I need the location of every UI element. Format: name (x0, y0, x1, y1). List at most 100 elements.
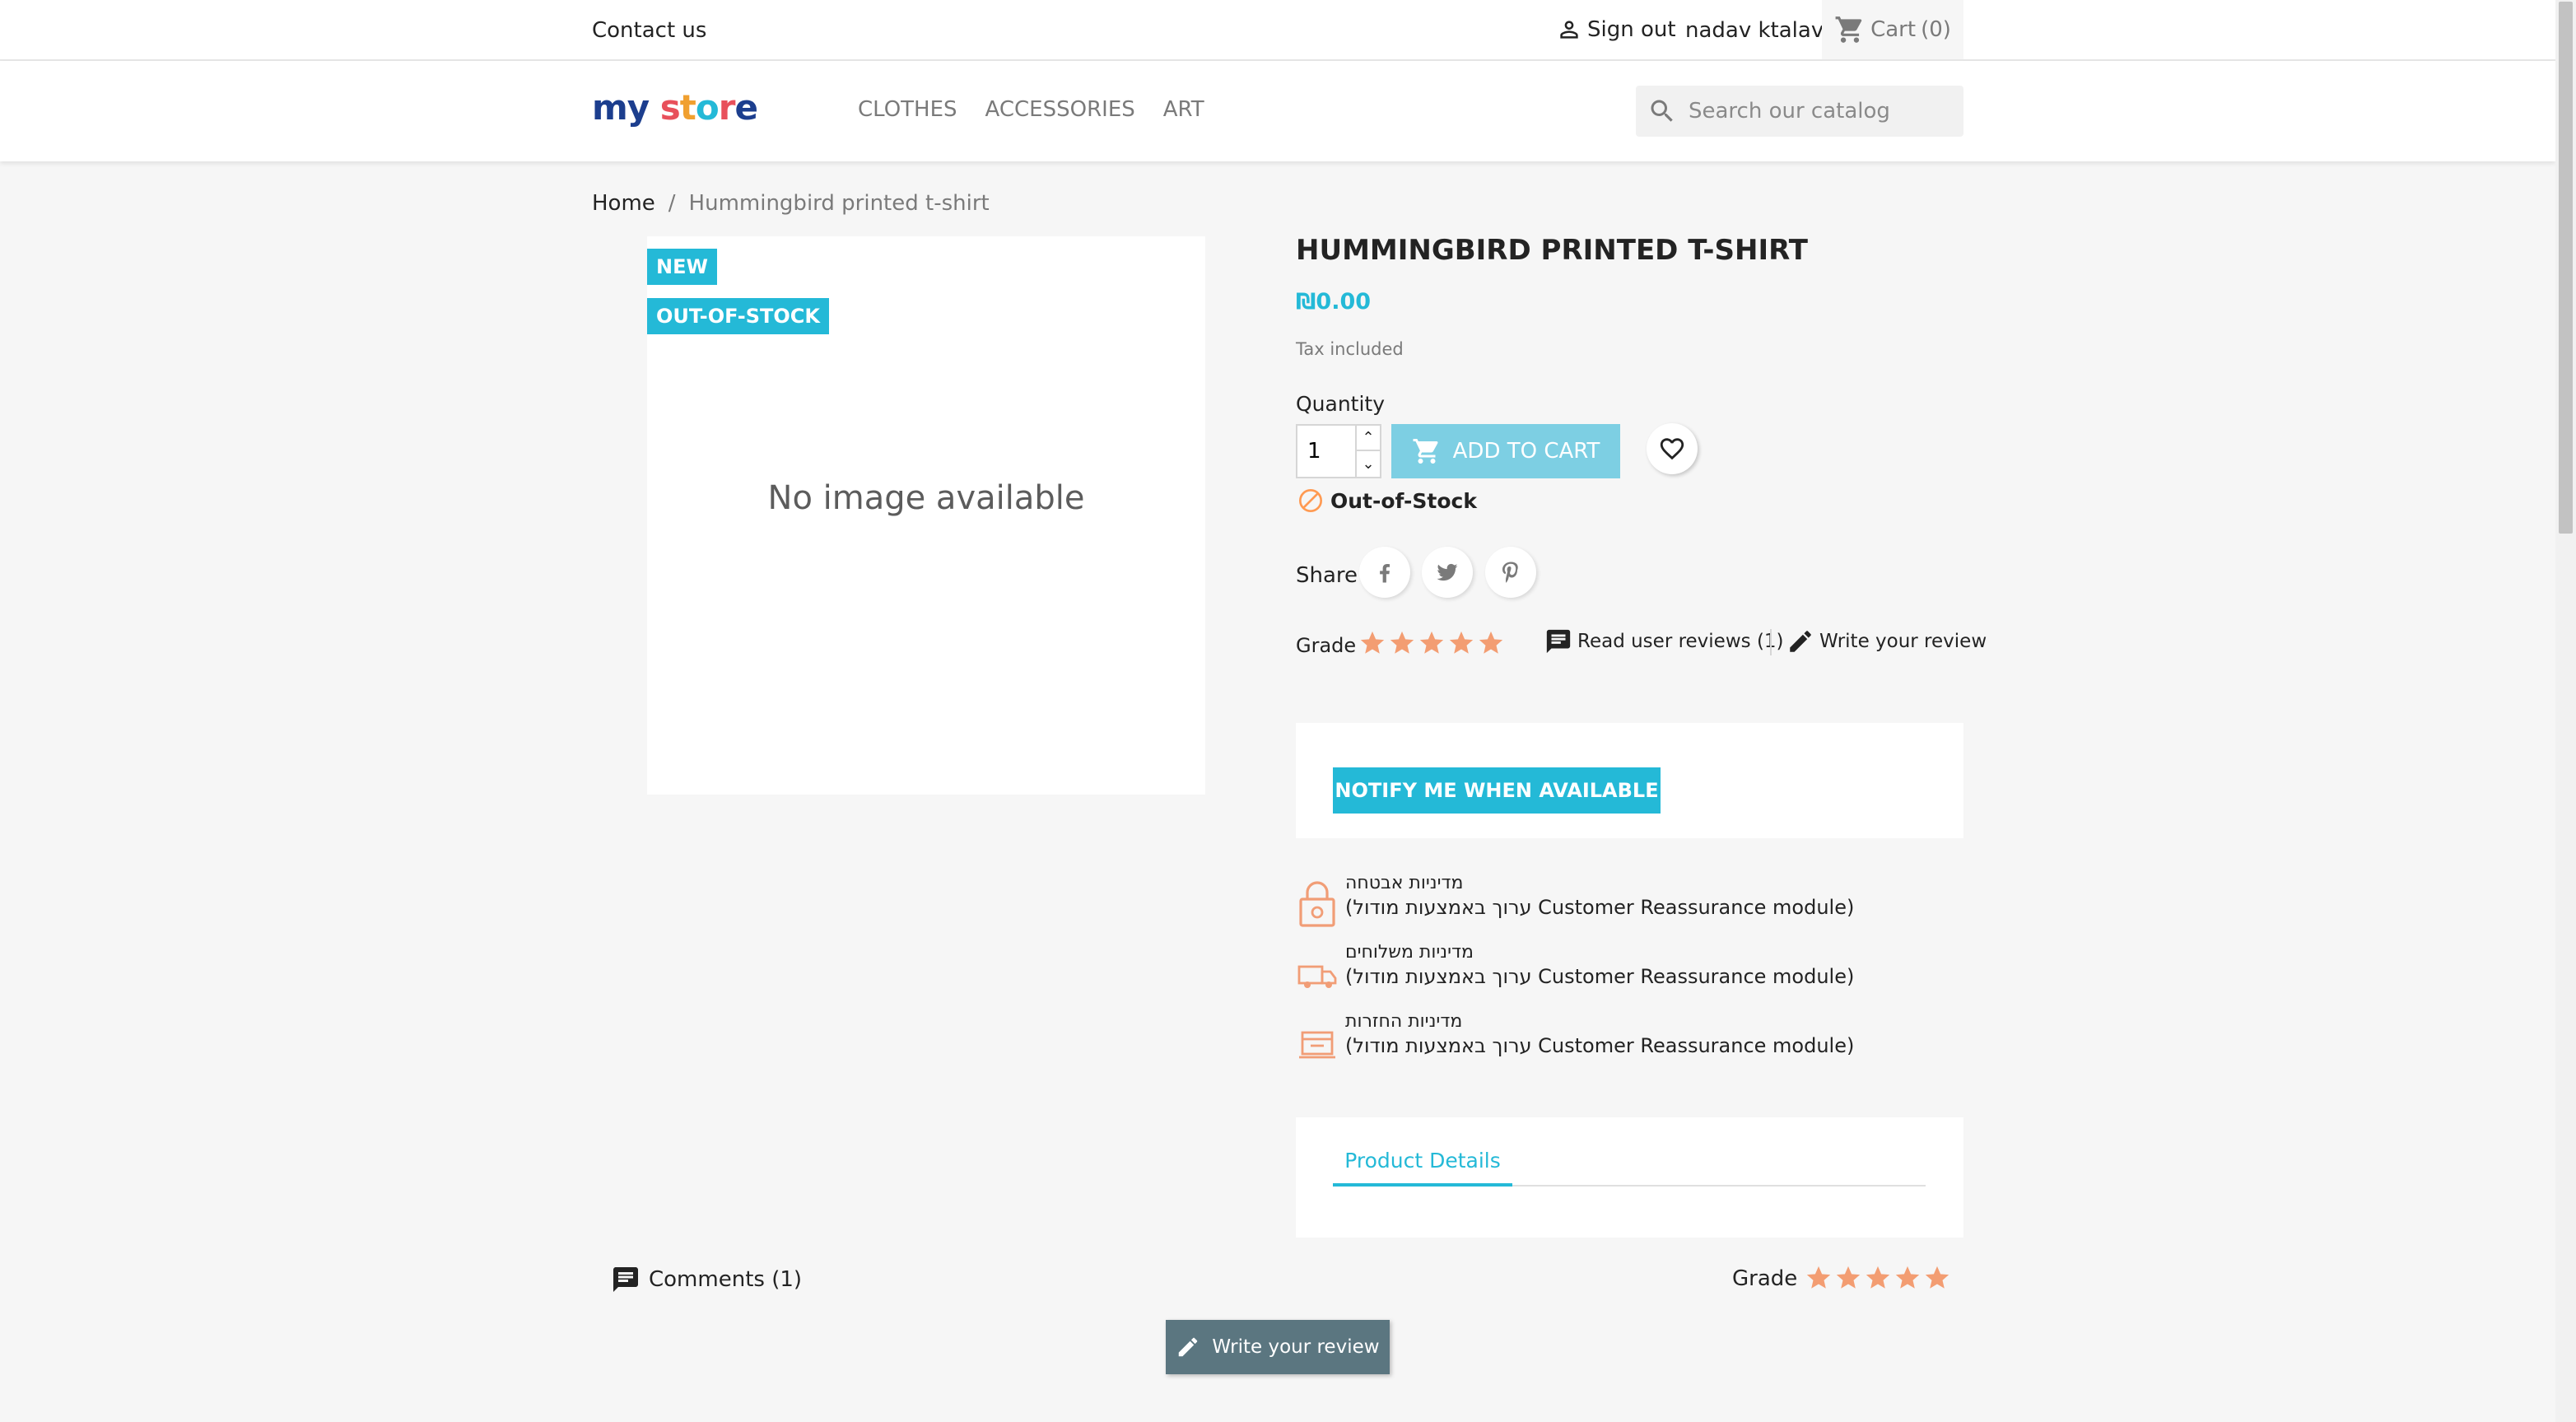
write-review-button-label: Write your review (1212, 1336, 1380, 1358)
logo-part: o (695, 87, 720, 128)
heart-icon (1660, 438, 1684, 460)
reassurance-item: מדיניות משלוחים (ערוך באמצעות מודול Cust… (1296, 942, 1963, 1008)
write-review-label: Write your review (1819, 631, 1987, 652)
search-icon[interactable] (1647, 96, 1677, 126)
pinterest-share-button[interactable] (1485, 547, 1536, 598)
comments-label: Comments (1) (649, 1267, 803, 1292)
chevron-up-icon: ⌃ (1362, 429, 1375, 446)
reassurance-title: מדיניות החזרות (1345, 1011, 1463, 1032)
reassurance-text: (ערוך באמצעות מודול Customer Reassurance… (1345, 896, 1855, 919)
menu-item-art[interactable]: Art (1163, 97, 1204, 122)
quantity-down-button[interactable]: ⌄ (1357, 451, 1380, 477)
breadcrumb-current: Hummingbird printed t-shirt (688, 191, 990, 216)
scrollbar-thumb[interactable] (2559, 2, 2573, 534)
twitter-share-button[interactable] (1422, 547, 1473, 598)
sign-out-link[interactable]: Sign out (1556, 16, 1676, 43)
logo-part: t (679, 87, 696, 128)
logo-part: my (592, 87, 650, 128)
out-of-stock-badge: Out-of-Stock (647, 298, 829, 334)
write-review-link[interactable]: Write your review (1786, 627, 1987, 655)
comment-icon (1546, 629, 1571, 654)
star-icon (1479, 631, 1503, 654)
reassurance-title: מדיניות אבטחה (1345, 873, 1464, 893)
write-review-button[interactable]: Write your review (1166, 1320, 1390, 1374)
truck-icon (1297, 965, 1337, 988)
breadcrumb: Home / Hummingbird printed t-shirt (592, 191, 990, 216)
star-icon (1390, 631, 1414, 654)
search-input[interactable] (1689, 99, 1952, 124)
pinterest-icon (1502, 562, 1518, 583)
reassurance-title: מדיניות משלוחים (1345, 942, 1474, 963)
comments-grade-label: Grade (1732, 1266, 1798, 1291)
cart-count: (0) (1921, 17, 1951, 42)
store-logo[interactable]: my store (592, 87, 758, 128)
notify-me-button[interactable]: Notify me when available (1333, 767, 1661, 814)
comments-heading: Comments (1) (611, 1265, 802, 1294)
tax-label: Tax included (1296, 339, 1404, 359)
read-reviews-label: Read user reviews (1) (1577, 631, 1784, 652)
add-to-cart-label: Add to cart (1452, 439, 1600, 464)
menu-item-clothes[interactable]: Clothes (858, 97, 957, 122)
lock-icon (1299, 881, 1335, 927)
sign-out-label: Sign out (1587, 17, 1676, 42)
grade-label: Grade (1296, 634, 1357, 657)
twitter-icon (1437, 563, 1458, 581)
email-alert-box: Notify me when available (1296, 723, 1963, 838)
star-icon (1836, 1266, 1861, 1289)
quantity-up-button[interactable]: ⌃ (1357, 426, 1380, 451)
star-icon (1806, 1266, 1831, 1289)
star-icon (1449, 631, 1474, 654)
star-icon (1925, 1266, 1949, 1289)
reassurance-text: (ערוך באמצעות מודול Customer Reassurance… (1345, 1034, 1855, 1057)
user-icon (1560, 21, 1578, 39)
reassurance-item: מדיניות החזרות (ערוך באמצעות מודול Custo… (1296, 1011, 1963, 1077)
page-scrollbar[interactable] (2555, 0, 2576, 1422)
divider (1770, 629, 1772, 655)
pencil-icon (1179, 1337, 1198, 1357)
return-box-icon (1299, 1031, 1335, 1059)
shopping-cart-icon (1835, 16, 1862, 43)
availability-status: Out-of-Stock (1297, 487, 1477, 514)
facebook-icon (1380, 564, 1390, 583)
star-icon (1419, 631, 1444, 654)
account-link[interactable]: nadav ktalav (1685, 18, 1824, 43)
product-tabs: Product Details (1296, 1117, 1963, 1238)
quantity-label: Quantity (1296, 392, 1386, 416)
breadcrumb-home[interactable]: Home (592, 191, 655, 216)
wishlist-button[interactable] (1647, 423, 1698, 474)
logo-part: e (734, 87, 757, 128)
logo-part (649, 87, 660, 128)
facebook-share-button[interactable] (1359, 547, 1410, 598)
quantity-input[interactable] (1297, 426, 1355, 477)
logo-part: s (659, 87, 681, 128)
availability-label: Out-of-Stock (1330, 488, 1477, 513)
tab-product-details[interactable]: Product Details (1333, 1149, 1512, 1187)
contact-us-link[interactable]: Contact us (592, 18, 706, 43)
reassurance-item: מדיניות אבטחה (ערוך באמצעות מודול Custom… (1296, 873, 1963, 939)
comments-rating-stars (1805, 1264, 1951, 1292)
star-icon (1360, 631, 1385, 654)
cart-label: Cart (1870, 17, 1917, 42)
shopping-cart-icon (1413, 439, 1438, 464)
comment-icon (613, 1267, 638, 1292)
main-menu: Clothes Accessories Art (858, 97, 1204, 122)
share-label: Share (1296, 563, 1358, 588)
breadcrumb-separator: / (668, 191, 676, 216)
new-badge: New (647, 249, 717, 285)
no-image-text: No image available (767, 479, 1085, 517)
block-icon (1299, 489, 1322, 512)
product-rating-stars (1358, 629, 1505, 657)
top-nav: Contact us Sign out nadav ktalav Cart (0… (0, 0, 2555, 61)
quantity-stepper: ⌃ ⌄ (1355, 424, 1381, 478)
reassurance-text: (ערוך באמצעות מודול Customer Reassurance… (1345, 965, 1855, 988)
chevron-down-icon: ⌄ (1362, 455, 1375, 473)
read-reviews-link[interactable]: Read user reviews (1) (1544, 627, 1784, 655)
menu-item-accessories[interactable]: Accessories (985, 97, 1135, 122)
quantity-wrapper (1296, 424, 1357, 478)
cart-button[interactable]: Cart (0) (1822, 0, 1963, 59)
product-title: Hummingbird printed t-shirt (1296, 234, 1808, 267)
pencil-icon (1790, 631, 1811, 652)
star-icon (1866, 1266, 1890, 1289)
add-to-cart-button[interactable]: Add to cart (1391, 424, 1620, 478)
logo-part: r (718, 87, 736, 128)
